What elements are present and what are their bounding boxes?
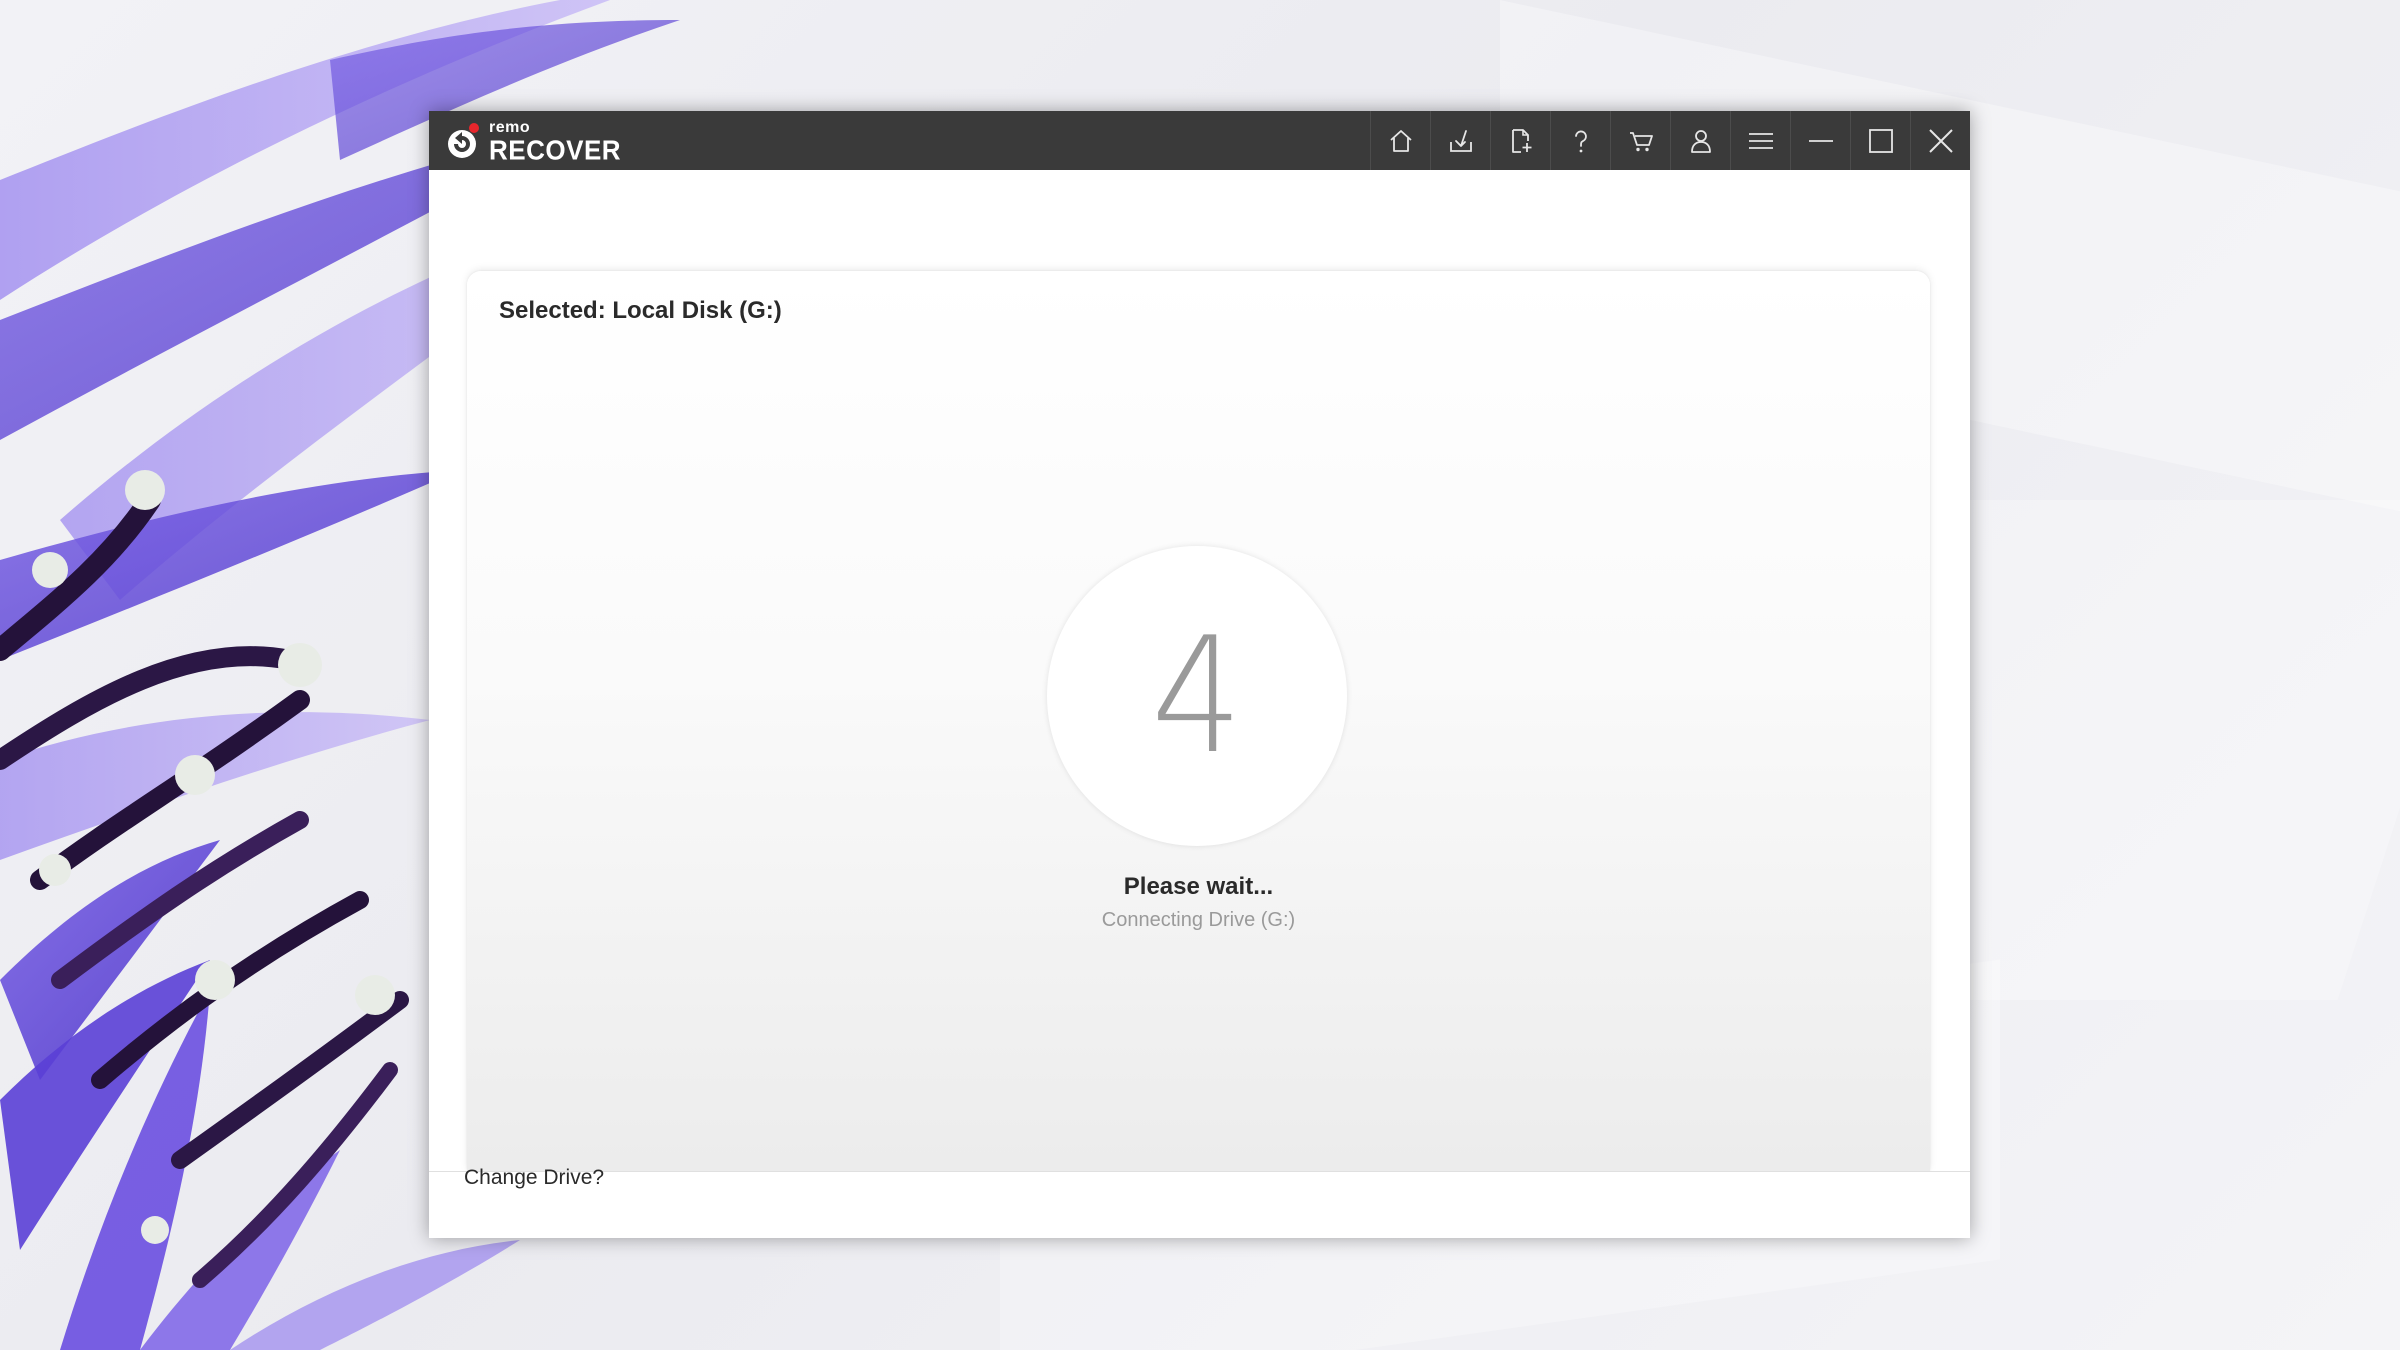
wait-title: Please wait... <box>1123 873 1274 900</box>
user-icon <box>1690 129 1711 153</box>
minimize-button[interactable] <box>1790 111 1850 170</box>
save-session-button[interactable] <box>1430 111 1490 170</box>
minimize-icon <box>1808 139 1833 142</box>
app-logo: remo RECOVER <box>443 119 621 163</box>
close-button[interactable] <box>1910 111 1970 170</box>
help-icon <box>1574 130 1587 152</box>
countdown-number: 4 <box>1151 602 1243 789</box>
footer-bar <box>429 1171 1970 1238</box>
home-button[interactable] <box>1370 111 1430 170</box>
logo-text-big: RECOVER <box>489 133 622 166</box>
account-button[interactable] <box>1670 111 1730 170</box>
menu-icon <box>1748 132 1773 149</box>
help-button[interactable] <box>1550 111 1610 170</box>
scan-status-card: Selected: Local Disk (G:) 4 Please wait.… <box>467 271 1930 1171</box>
maximize-button[interactable] <box>1850 111 1910 170</box>
remo-logo-icon <box>443 122 481 160</box>
cart-icon <box>1629 131 1653 151</box>
wait-subtitle: Connecting Drive (G:) <box>1101 909 1296 931</box>
buy-button[interactable] <box>1610 111 1670 170</box>
home-icon <box>1389 129 1412 152</box>
change-drive-link[interactable]: Change Drive? <box>464 1166 604 1190</box>
add-file-icon <box>1511 128 1531 153</box>
close-icon <box>1928 128 1953 153</box>
download-icon <box>1449 129 1472 152</box>
selected-drive-label: Selected: Local Disk (G:) <box>499 297 782 324</box>
logo-text-small: remo <box>489 118 531 136</box>
app-window: remo RECOVER Selected: Local Disk (G:) 4… <box>429 111 1970 1238</box>
toolbar <box>1370 111 1970 170</box>
countdown-circle: 4 <box>1047 546 1347 846</box>
open-session-button[interactable] <box>1490 111 1550 170</box>
maximize-icon <box>1868 128 1893 153</box>
menu-button[interactable] <box>1730 111 1790 170</box>
title-bar[interactable]: remo RECOVER <box>429 111 1970 170</box>
